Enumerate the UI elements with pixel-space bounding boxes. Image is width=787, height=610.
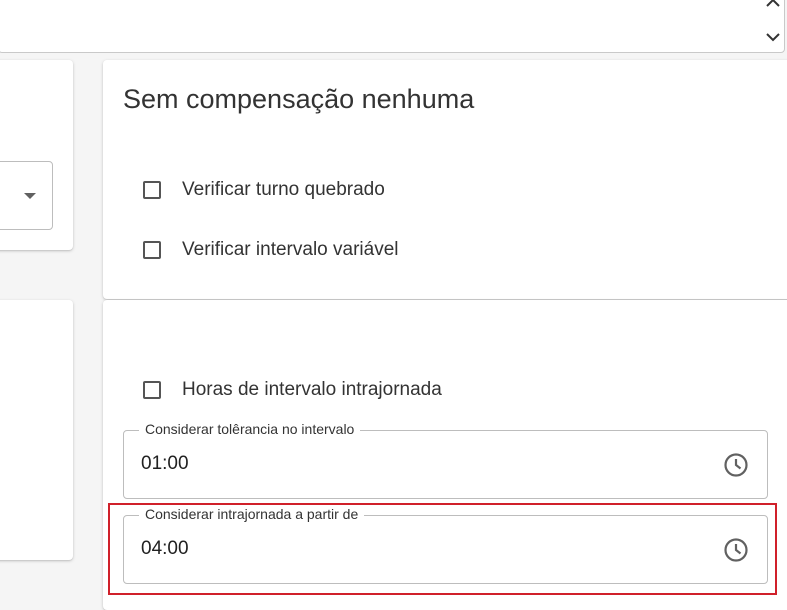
intrajornada-partir-field[interactable]: Considerar intrajornada a partir de xyxy=(123,506,768,584)
dropdown-caret-icon xyxy=(24,193,36,199)
checkbox-verificar-turno[interactable] xyxy=(143,181,161,199)
checkbox-label: Verificar turno quebrado xyxy=(182,179,385,200)
checkbox-horas-intervalo[interactable] xyxy=(143,381,161,399)
chevron-down-icon[interactable] xyxy=(762,28,784,46)
checkbox-row-horas-intervalo[interactable]: Horas de intervalo intrajornada xyxy=(143,378,442,402)
clock-icon[interactable] xyxy=(723,452,749,478)
tolerancia-intervalo-field[interactable]: Considerar tolêrancia no intervalo xyxy=(123,421,768,499)
checkbox-row-verificar-turno[interactable]: Verificar turno quebrado xyxy=(143,178,385,202)
compensation-title: Sem compensação nenhuma xyxy=(123,84,475,114)
tolerancia-intervalo-input[interactable] xyxy=(141,453,641,475)
field-label: Considerar intrajornada a partir de xyxy=(139,506,365,522)
chevron-up-icon[interactable] xyxy=(762,0,784,12)
compensation-card: Sem compensação nenhuma Verificar turno … xyxy=(103,60,787,299)
clock-icon[interactable] xyxy=(723,537,749,563)
checkbox-verificar-intervalo[interactable] xyxy=(143,241,161,259)
left-select-dropdown[interactable] xyxy=(0,161,53,230)
top-panel xyxy=(0,0,785,53)
left-card-bottom xyxy=(0,300,73,560)
checkbox-label: Verificar intervalo variável xyxy=(182,239,399,260)
checkbox-row-verificar-intervalo[interactable]: Verificar intervalo variável xyxy=(143,238,398,262)
checkbox-label: Horas de intervalo intrajornada xyxy=(182,379,442,400)
field-label: Considerar tolêrancia no intervalo xyxy=(139,421,361,437)
intrajornada-partir-input[interactable] xyxy=(141,538,641,560)
